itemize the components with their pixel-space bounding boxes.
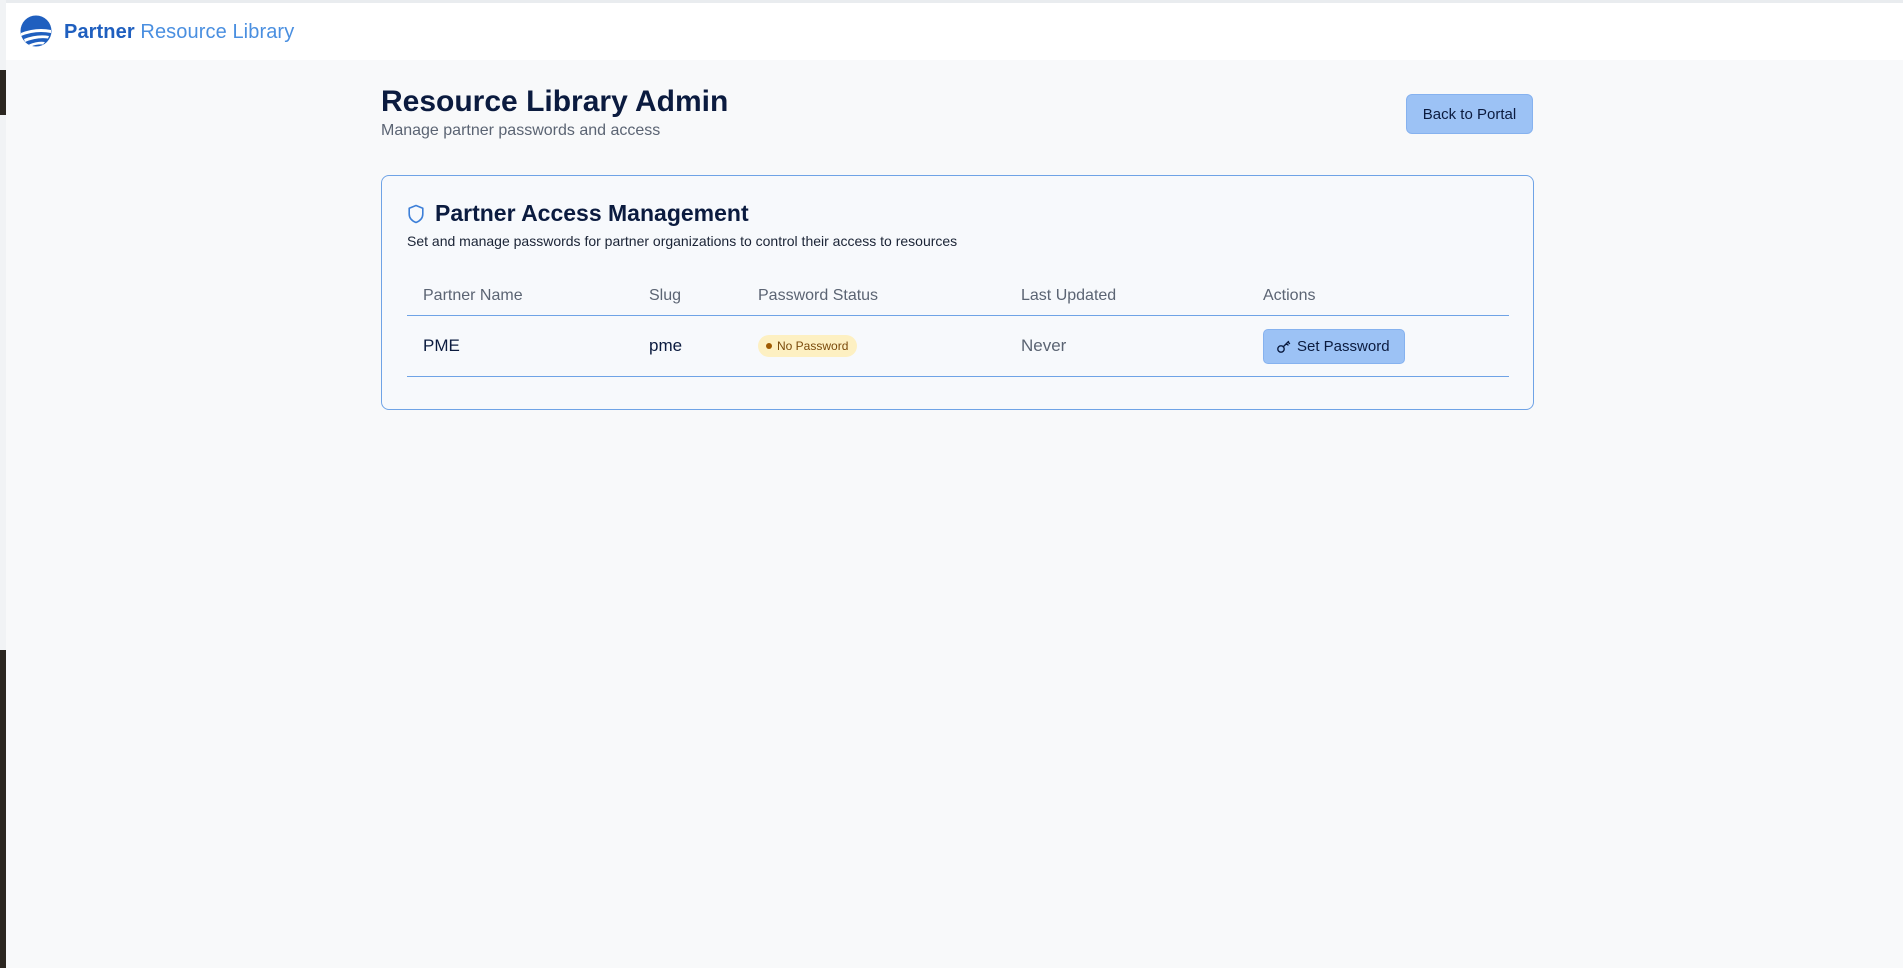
table-row: PME pme No Password Never Set Password bbox=[407, 316, 1509, 377]
partner-access-card: Partner Access Management Set and manage… bbox=[381, 175, 1534, 410]
key-icon bbox=[1277, 340, 1291, 353]
brand-word-library: Resource Library bbox=[140, 20, 295, 43]
card-description: Set and manage passwords for partner org… bbox=[407, 233, 958, 249]
page-title: Resource Library Admin bbox=[381, 85, 729, 118]
last-updated-cell: Never bbox=[1021, 336, 1067, 355]
app-window: Partner Resource Library Resource Librar… bbox=[6, 0, 1903, 968]
shield-icon bbox=[408, 204, 424, 223]
column-header-partner-name: Partner Name bbox=[423, 286, 523, 304]
set-password-label: Set Password bbox=[1297, 337, 1390, 355]
sunrise-logo-icon bbox=[20, 15, 52, 47]
partners-table: Partner Name Slug Password Status Last U… bbox=[407, 276, 1509, 377]
card-title: Partner Access Management bbox=[435, 200, 749, 226]
slug-cell: pme bbox=[649, 336, 683, 355]
brand-link[interactable]: Partner Resource Library bbox=[20, 15, 294, 49]
brand-name: Partner Resource Library bbox=[64, 21, 294, 44]
back-to-portal-button[interactable]: Back to Portal bbox=[1406, 94, 1533, 134]
top-navigation-bar: Partner Resource Library bbox=[6, 0, 1903, 60]
column-header-last-updated: Last Updated bbox=[1021, 286, 1117, 304]
partner-name-cell: PME bbox=[423, 336, 460, 355]
brand-word-partner: Partner bbox=[64, 20, 135, 43]
column-header-actions: Actions bbox=[1263, 286, 1316, 304]
password-status-cell: No Password bbox=[758, 316, 858, 376]
status-dot-icon bbox=[766, 343, 772, 349]
card-header: Partner Access Management bbox=[407, 200, 749, 227]
page-subtitle: Manage partner passwords and access bbox=[381, 122, 661, 139]
column-header-password-status: Password Status bbox=[758, 286, 879, 304]
table-header: Partner Name Slug Password Status Last U… bbox=[407, 276, 1509, 316]
status-badge: No Password bbox=[758, 335, 858, 357]
status-badge-label: No Password bbox=[777, 339, 849, 353]
actions-cell: Set Password bbox=[1263, 316, 1405, 376]
column-header-slug: Slug bbox=[649, 286, 682, 304]
set-password-button[interactable]: Set Password bbox=[1263, 328, 1405, 364]
